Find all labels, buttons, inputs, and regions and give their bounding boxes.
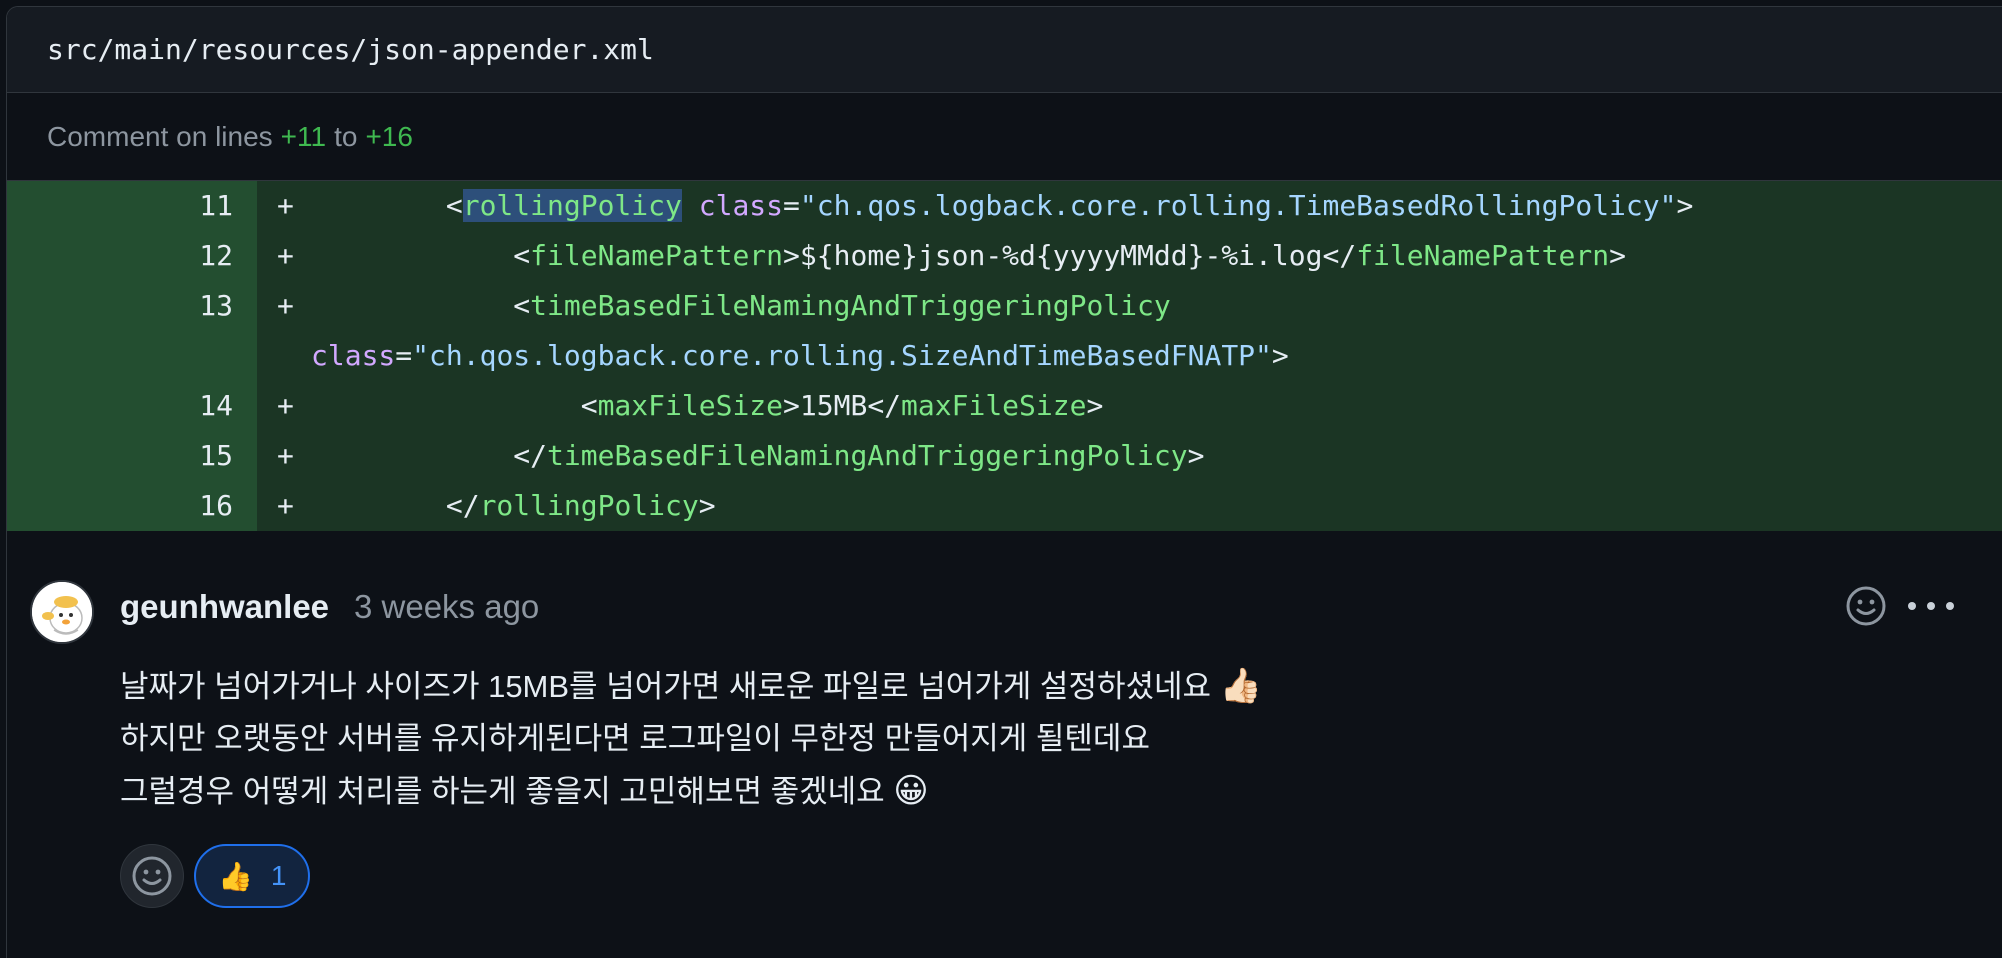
added-marker: + [277,239,294,272]
code-attr-value: "ch.qos.logback.core.rolling.SizeAndTime… [412,339,1272,372]
code-cell: + </timeBasedFileNamingAndTriggeringPoli… [257,431,2002,481]
line-number-empty [7,331,257,381]
line-number[interactable]: 12 [7,231,257,281]
code-tag-name: fileNamePattern [530,239,784,272]
code-cell: + <rollingPolicy class="ch.qos.logback.c… [257,181,2002,231]
smiley-icon [1846,586,1886,626]
comment-author[interactable]: geunhwanlee [120,588,329,626]
comment-line: 하지만 오랫동안 서버를 유지하게된다면 로그파일이 무한정 만들어지게 될텐데… [120,713,1262,765]
code-punct: > [1187,439,1205,472]
comment-on-prefix: Comment on lines [47,120,273,152]
code-punct: </ [1322,239,1357,272]
comment-line: 날짜가 넘어가거나 사이즈가 15MB를 넘어가면 새로운 파일로 넘어가게 설… [120,660,1262,713]
comment-text: 그럴경우 어떻게 처리를 하는게 좋을지 고민해보면 좋겠네요 [120,774,894,809]
code-cell: + </rollingPolicy> [257,481,2002,531]
added-marker: + [277,439,294,472]
thumbs-up-emoji-icon: 👍🏻 [1219,667,1262,705]
code-punct: > [1271,339,1289,372]
reaction-count: 1 [270,860,287,891]
code-attr-name: class [311,339,396,372]
comment-line-end: +16 [365,120,413,152]
reaction-thumbs-up[interactable]: 👍 1 [194,844,311,908]
added-marker: + [277,389,294,422]
code-punct: </ [513,439,548,472]
code-attr-name: class [698,189,784,222]
grinning-emoji-icon: 😀 [893,772,929,810]
comment-on-joiner: to [334,120,358,152]
code-punct: = [783,189,800,222]
code-punct: > [1609,239,1626,272]
code-tag-name: maxFileSize [597,389,784,422]
diff-line: 12 + <fileNamePattern>${home}json-%d{yyy… [7,231,2002,281]
comment-text: 하지만 오랫동안 서버를 유지하게된다면 로그파일이 무한정 만들어지게 될텐데… [120,721,1150,756]
code-punct: > [783,389,800,422]
diff-line: 11 + <rollingPolicy class="ch.qos.logbac… [7,181,2002,231]
added-marker: + [277,289,294,322]
diff-line-wrap: class="ch.qos.logback.core.rolling.SizeA… [7,331,2002,381]
line-number[interactable]: 11 [7,181,257,231]
code-text: ${home}json-%d{yyyyMMdd}-%i.log [799,239,1323,272]
code-punct: < [445,189,463,222]
add-reaction-button[interactable] [1844,584,1888,628]
code-tag-name: timeBasedFileNamingAndTriggeringPolicy [547,439,1188,472]
code-cell: + <maxFileSize>15MB</maxFileSize> [257,381,2002,431]
added-marker: + [277,189,294,222]
comment-on-lines: Comment on lines +11 to +16 [7,93,2002,181]
comment-timestamp[interactable]: 3 weeks ago [354,588,539,626]
diff-line: 13 + <timeBasedFileNamingAndTriggeringPo… [7,281,2002,331]
code-cell: class="ch.qos.logback.core.rolling.SizeA… [257,331,2002,381]
line-number[interactable]: 14 [7,381,257,431]
code-tag-name-highlighted: rollingPolicy [462,189,682,222]
code-punct: < [513,239,531,272]
code-tag-name: rollingPolicy [479,489,699,522]
code-punct: </ [867,389,902,422]
code-punct: > [783,239,800,272]
code-text: 15MB [799,389,868,422]
code-punct: > [1676,189,1694,222]
diff-line: 15 + </timeBasedFileNamingAndTriggeringP… [7,431,2002,481]
comment-line-start: +11 [280,120,327,152]
code-attr-value: "ch.qos.logback.core.rolling.TimeBasedRo… [799,189,1677,222]
line-number[interactable]: 16 [7,481,257,531]
code-cell: + <timeBasedFileNamingAndTriggeringPolic… [257,281,2002,331]
code-punct: < [513,289,531,322]
line-number[interactable]: 15 [7,431,257,481]
smiley-icon [132,856,172,896]
comment-body: 날짜가 넘어가거나 사이즈가 15MB를 넘어가면 새로운 파일로 넘어가게 설… [120,660,1262,818]
code-punct: > [1086,389,1104,422]
code-punct: > [698,489,716,522]
thumbs-up-icon: 👍 [218,860,253,892]
line-number[interactable]: 13 [7,281,257,331]
diff-hunk: 11 + <rollingPolicy class="ch.qos.logbac… [7,181,2002,531]
avatar[interactable] [30,580,94,644]
file-path[interactable]: src/main/resources/json-appender.xml [47,33,654,66]
code-tag-name: timeBasedFileNamingAndTriggeringPolicy [530,289,1171,322]
reactions-bar: 👍 1 [120,844,311,908]
add-reaction-button-bottom[interactable] [120,844,184,908]
code-tag-name: fileNamePattern [1356,239,1610,272]
file-header: src/main/resources/json-appender.xml [7,7,2002,93]
code-cell: + <fileNamePattern>${home}json-%d{yyyyMM… [257,231,2002,281]
added-marker: + [277,489,294,522]
comment-text: 날짜가 넘어가거나 사이즈가 15MB를 넘어가면 새로운 파일로 넘어가게 설… [120,669,1220,704]
code-punct: < [580,389,598,422]
diff-line: 16 + </rollingPolicy> [7,481,2002,531]
kebab-horizontal-icon[interactable] [1908,586,1954,626]
code-punct: = [395,339,413,372]
code-punct: </ [445,489,480,522]
comment-line: 그럴경우 어떻게 처리를 하는게 좋을지 고민해보면 좋겠네요 😀 [120,765,1262,818]
diff-line: 14 + <maxFileSize>15MB</maxFileSize> [7,381,2002,431]
code-tag-name: maxFileSize [901,389,1087,422]
